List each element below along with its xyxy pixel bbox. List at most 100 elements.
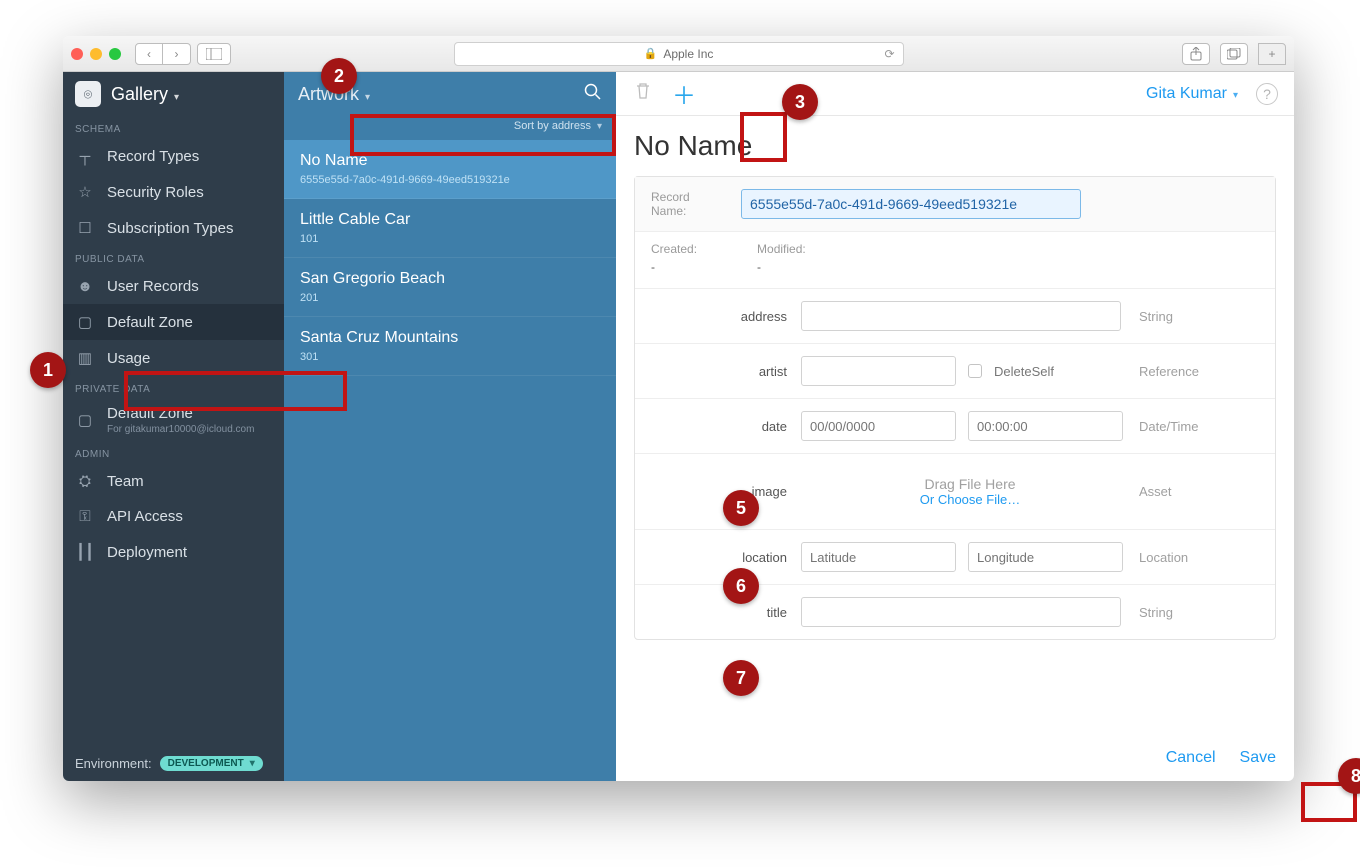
record-subtitle: 6555e55d-7a0c-491d-9669-49eed519321e xyxy=(300,174,600,186)
sidebar-item-default-zone-public[interactable]: ▢ Default Zone xyxy=(63,304,284,340)
nav-back-forward: ‹ › xyxy=(135,43,191,65)
section-admin: ADMIN xyxy=(63,441,284,464)
trash-icon[interactable] xyxy=(632,82,654,105)
sidebar-item-security-roles[interactable]: ☆ Security Roles xyxy=(63,174,284,210)
new-tab-button[interactable]: + xyxy=(1258,43,1286,65)
tabs-button[interactable] xyxy=(1220,43,1248,65)
deleteself-checkbox[interactable] xyxy=(968,364,982,378)
sidebar-label: API Access xyxy=(107,508,183,525)
app-icon: ⌾ xyxy=(75,81,101,107)
minimize-window-icon[interactable] xyxy=(90,48,102,60)
sidebar-item-team[interactable]: ⛭ Team xyxy=(63,464,284,499)
share-button[interactable] xyxy=(1182,43,1210,65)
cancel-button[interactable]: Cancel xyxy=(1166,749,1216,767)
save-button[interactable]: Save xyxy=(1240,749,1276,767)
sidebar-label: Team xyxy=(107,473,144,490)
artist-input[interactable] xyxy=(801,356,956,386)
sidebar-item-deployment[interactable]: ┃┃ Deployment xyxy=(63,534,284,570)
record-item[interactable]: Little Cable Car 101 xyxy=(284,199,616,258)
field-type: Location xyxy=(1139,550,1259,565)
toolbar-right: + xyxy=(1182,43,1286,65)
record-title: San Gregorio Beach xyxy=(300,270,600,288)
star-icon: ☆ xyxy=(75,183,95,201)
record-item[interactable]: San Gregorio Beach 201 xyxy=(284,258,616,317)
modified-value: - xyxy=(757,260,806,274)
search-icon[interactable] xyxy=(584,83,602,106)
record-title: Santa Cruz Mountains xyxy=(300,329,600,347)
record-name-input[interactable] xyxy=(741,189,1081,219)
zoom-window-icon[interactable] xyxy=(109,48,121,60)
field-label-date: date xyxy=(651,419,801,434)
sidebar-label: Security Roles xyxy=(107,184,204,201)
address-input[interactable] xyxy=(801,301,1121,331)
back-button[interactable]: ‹ xyxy=(135,43,163,65)
sidebar-label: User Records xyxy=(107,278,199,295)
field-type: Reference xyxy=(1139,364,1259,379)
subscription-icon: ☐ xyxy=(75,219,95,237)
key-icon: ⚿ xyxy=(75,508,95,525)
forward-button[interactable]: › xyxy=(163,43,191,65)
record-name-label: Record Name: xyxy=(651,190,741,218)
team-icon: ⛭ xyxy=(75,473,95,490)
highlight-box-3 xyxy=(740,112,787,162)
callout-7: 7 xyxy=(723,660,759,696)
environment-indicator[interactable]: Environment: DEVELOPMENT xyxy=(63,746,284,781)
help-icon[interactable]: ? xyxy=(1256,83,1278,105)
environment-pill[interactable]: DEVELOPMENT xyxy=(160,756,263,771)
callout-3: 3 xyxy=(782,84,818,120)
lock-icon: 🔒 xyxy=(644,47,658,60)
field-label-address: address xyxy=(651,309,801,324)
latitude-input[interactable] xyxy=(801,542,956,572)
app-selector[interactable]: ⌾ Gallery xyxy=(63,72,284,116)
address-bar[interactable]: 🔒 Apple Inc ⟳ xyxy=(454,42,904,66)
title-input[interactable] xyxy=(801,597,1121,627)
deleteself-label: DeleteSelf xyxy=(994,364,1054,379)
users-icon: ☻ xyxy=(75,278,95,295)
record-item[interactable]: Santa Cruz Mountains 301 xyxy=(284,317,616,376)
record-meta: Created: - Modified: - xyxy=(635,232,1275,289)
chart-icon: ▥ xyxy=(75,349,95,367)
user-menu[interactable]: Gita Kumar xyxy=(1146,85,1238,103)
modified-label: Modified: xyxy=(757,242,806,256)
created-label: Created: xyxy=(651,242,697,256)
callout-2: 2 xyxy=(321,58,357,94)
sidebar-toggle-button[interactable] xyxy=(197,43,231,65)
field-type: String xyxy=(1139,309,1259,324)
highlight-box-1 xyxy=(124,371,347,411)
reload-icon[interactable]: ⟳ xyxy=(884,47,894,61)
detail-footer: Cancel Save xyxy=(616,735,1294,781)
field-label-location: location xyxy=(651,550,801,565)
callout-5: 5 xyxy=(723,490,759,526)
field-type: Date/Time xyxy=(1139,419,1259,434)
field-label-title: title xyxy=(651,605,801,620)
window-controls xyxy=(71,48,121,60)
sidebar-label: Subscription Types xyxy=(107,220,233,237)
sidebar-item-record-types[interactable]: ┬ Record Types xyxy=(63,139,284,174)
document-icon: ▢ xyxy=(75,411,95,429)
image-dropzone[interactable]: Drag File Here Or Choose File… xyxy=(801,466,1139,517)
sidebar-item-api-access[interactable]: ⚿ API Access xyxy=(63,499,284,534)
created-value: - xyxy=(651,260,697,274)
longitude-input[interactable] xyxy=(968,542,1123,572)
record-subtitle: 201 xyxy=(300,292,600,304)
record-subtitle: 101 xyxy=(300,233,600,245)
section-public-data: PUBLIC DATA xyxy=(63,246,284,269)
date-input[interactable] xyxy=(801,411,956,441)
record-title: Little Cable Car xyxy=(300,211,600,229)
field-type: Asset xyxy=(1139,484,1259,499)
record-subtitle: 301 xyxy=(300,351,600,363)
detail-toolbar: ＋ Gita Kumar ? xyxy=(616,72,1294,116)
sidebar-label: Usage xyxy=(107,350,150,367)
sidebar-item-user-records[interactable]: ☻ User Records xyxy=(63,269,284,304)
close-window-icon[interactable] xyxy=(71,48,83,60)
sidebar-item-subscription-types[interactable]: ☐ Subscription Types xyxy=(63,210,284,246)
choose-file-link[interactable]: Or Choose File… xyxy=(920,492,1020,507)
time-input[interactable] xyxy=(968,411,1123,441)
sidebar-label: Record Types xyxy=(107,148,199,165)
app-body: ⌾ Gallery SCHEMA ┬ Record Types ☆ Securi… xyxy=(63,72,1294,781)
sliders-icon: ┃┃ xyxy=(75,543,95,561)
detail-column: ＋ Gita Kumar ? No Name Record Name: Crea… xyxy=(616,72,1294,781)
environment-label: Environment: xyxy=(75,756,152,771)
add-record-button[interactable]: ＋ xyxy=(672,76,696,111)
detail-content: No Name Record Name: Created: - Modified… xyxy=(616,116,1294,735)
